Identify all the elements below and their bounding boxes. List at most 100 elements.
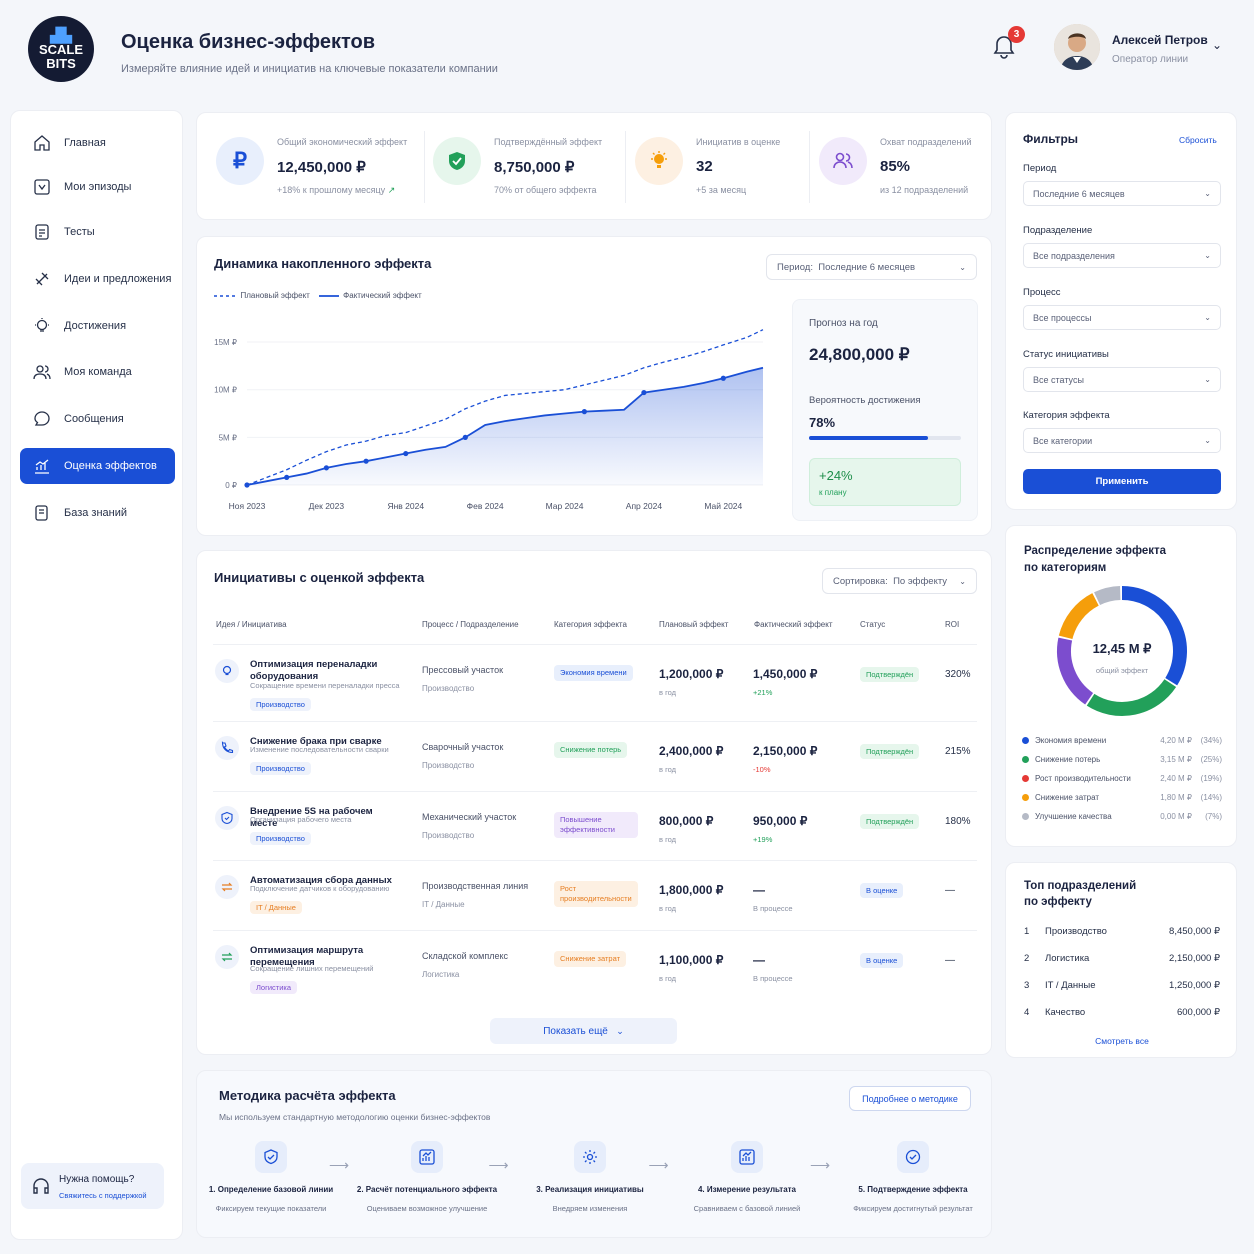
legend-item: Экономия времени 4,20 M ₽ (34%) xyxy=(1022,736,1222,745)
category-badge: Снижение потерь xyxy=(554,742,628,758)
sidebar-item-achievements[interactable]: Достижения xyxy=(20,308,175,344)
initiative-description: Подключение датчиков к оборудованию xyxy=(250,884,390,893)
status-badge: В оценке xyxy=(860,883,904,898)
department-name: Качество xyxy=(1045,1007,1086,1018)
col-header-idea[interactable]: Идея / Инициатива xyxy=(216,620,287,629)
method-step: 2. Расчёт потенциального эффекта Оценивае… xyxy=(347,1141,507,1213)
fact-sub: +19% xyxy=(753,835,773,844)
logo[interactable]: ▟▙ SCALE BITS xyxy=(28,16,94,82)
col-header-process[interactable]: Процесс / Подразделение xyxy=(422,620,519,629)
chart-icon xyxy=(411,1141,443,1173)
initiatives-table-card: Инициативы с оценкой эффекта Сортировка:… xyxy=(196,550,992,1055)
table-row[interactable]: Оптимизация переналадки оборудования Сокр… xyxy=(213,644,977,714)
plan-value: 1,100,000 ₽ xyxy=(659,953,724,967)
user-menu-chevron-icon[interactable]: ⌄ xyxy=(1212,38,1222,52)
apply-filters-button[interactable]: Применить xyxy=(1023,469,1221,494)
category-badge: Повышение эффективности xyxy=(554,812,638,838)
initiative-name[interactable]: Оптимизация переналадки оборудования xyxy=(250,659,400,683)
roi-value: 320% xyxy=(945,669,971,680)
initiative-description: Изменение последовательности сварки xyxy=(250,745,389,754)
initiative-tag: Производство xyxy=(250,762,311,775)
col-header-fact[interactable]: Фактический эффект xyxy=(754,620,832,629)
plan-sub: в год xyxy=(659,904,677,913)
legend-item: Снижение потерь 3,15 M ₽ (25%) xyxy=(1022,755,1222,764)
table-row[interactable]: Оптимизация маршрута перемещения Сокращен… xyxy=(213,930,977,1000)
legend-name: Рост производительности xyxy=(1035,774,1131,783)
col-header-category[interactable]: Категория эффекта xyxy=(554,620,627,629)
filter-select[interactable]: Последние 6 месяцев ⌄ xyxy=(1023,181,1221,206)
table-title: Инициативы с оценкой эффекта xyxy=(214,570,425,585)
col-header-status[interactable]: Статус xyxy=(860,620,885,629)
probability-value: 78% xyxy=(809,415,836,430)
chart-title: Динамика накопленного эффекта xyxy=(214,256,432,271)
bulb-icon xyxy=(635,137,683,185)
sort-select[interactable]: Сортировка: По эффекту ⌄ xyxy=(822,568,977,594)
filter-select[interactable]: Все статусы ⌄ xyxy=(1023,367,1221,392)
page-title: Оценка бизнес-эффектов xyxy=(121,31,376,53)
filters-reset-link[interactable]: Сбросить xyxy=(1179,135,1217,145)
method-step: 5. Подтверждение эффекта Фиксируем достиг… xyxy=(833,1141,993,1213)
step-title: 3. Реализация инициативы xyxy=(536,1185,644,1194)
chart-period-select[interactable]: Период: Последние 6 месяцев ⌄ xyxy=(766,254,977,280)
legend-name: Снижение потерь xyxy=(1035,755,1101,764)
sidebar-item-home[interactable]: Главная xyxy=(20,125,175,161)
top-department-row[interactable]: 1 Производство 8,450,000 ₽ xyxy=(1024,926,1220,937)
headset-icon xyxy=(33,1178,49,1194)
help-box[interactable]: Нужна помощь? Свяжитесь с поддержкой xyxy=(21,1163,164,1209)
department-name: Производство xyxy=(1045,926,1107,937)
filter-select[interactable]: Все процессы ⌄ xyxy=(1023,305,1221,330)
y-tick-label: 10M ₽ xyxy=(214,386,237,395)
legend-value: 3,15 M ₽ xyxy=(1160,755,1192,764)
shield-check-icon xyxy=(433,137,481,185)
help-link[interactable]: Свяжитесь с поддержкой xyxy=(59,1191,147,1200)
gear-icon xyxy=(574,1141,606,1173)
legend-percent: (25%) xyxy=(1200,755,1222,764)
sidebar-item-team[interactable]: Моя команда xyxy=(20,354,175,390)
filters-panel: Фильтры Сбросить Период Последние 6 месяц… xyxy=(1005,112,1237,510)
filter-select[interactable]: Все подразделения ⌄ xyxy=(1023,243,1221,268)
sidebar-item-knowledge[interactable]: База знаний xyxy=(20,495,175,531)
filter-select[interactable]: Все категории ⌄ xyxy=(1023,428,1221,453)
plan-sub: в год xyxy=(659,688,677,697)
col-header-roi[interactable]: ROI xyxy=(945,620,959,629)
top-department-row[interactable]: 2 Логистика 2,150,000 ₽ xyxy=(1024,953,1220,964)
plan-delta-value: +24% xyxy=(819,468,853,483)
sidebar-item-ideas[interactable]: Идеи и предложения xyxy=(20,261,175,297)
table-row[interactable]: Снижение брака при сварке Изменение после… xyxy=(213,721,977,791)
top-department-row[interactable]: 3 IT / Данные 1,250,000 ₽ xyxy=(1024,980,1220,991)
sidebar-item-tests[interactable]: Тесты xyxy=(20,214,175,250)
step-title: 4. Измерение результата xyxy=(697,1185,797,1194)
chart-icon xyxy=(20,457,64,475)
arrow-right-icon: ⟶ xyxy=(648,1157,669,1173)
col-header-plan[interactable]: Плановый эффект xyxy=(659,620,728,629)
table-row[interactable]: Внедрение 5S на рабочем месте Организация… xyxy=(213,791,977,861)
department-name: Производство xyxy=(422,761,475,770)
arrow-right-icon: ⟶ xyxy=(488,1157,509,1173)
see-all-link[interactable]: Смотреть все xyxy=(1006,1036,1238,1046)
y-tick-label: 0 ₽ xyxy=(225,481,237,490)
plan-sub: в год xyxy=(659,765,677,774)
notifications-button[interactable]: 3 xyxy=(985,26,1025,66)
step-title: 5. Подтверждение эффекта xyxy=(858,1185,968,1194)
top-department-row[interactable]: 4 Качество 600,000 ₽ xyxy=(1024,1007,1220,1018)
sidebar-item-effects[interactable]: Оценка эффектов xyxy=(20,448,175,484)
sidebar-item-episodes[interactable]: Мои эпизоды xyxy=(20,169,175,205)
department-value: 8,450,000 ₽ xyxy=(1169,926,1220,937)
sidebar-item-messages[interactable]: Сообщения xyxy=(20,401,175,437)
status-badge: В оценке xyxy=(860,953,904,968)
ruble-icon: ₽ xyxy=(216,137,264,185)
fact-point xyxy=(462,434,468,440)
chevron-down-icon: ⌄ xyxy=(959,576,966,586)
avatar[interactable] xyxy=(1054,24,1100,70)
method-subtitle: Мы используем стандартную методологию оц… xyxy=(219,1112,491,1122)
process-name: Сварочный участок xyxy=(422,742,504,752)
legend-percent: (19%) xyxy=(1200,774,1222,783)
method-details-button[interactable]: Подробнее о методике xyxy=(849,1086,971,1111)
x-tick-label: Май 2024 xyxy=(704,501,742,511)
show-more-button[interactable]: Показать ещё ⌄ xyxy=(490,1018,677,1044)
table-row[interactable]: Автоматизация сбора данных Подключение да… xyxy=(213,860,977,930)
check-circle-icon xyxy=(897,1141,929,1173)
rank: 4 xyxy=(1024,1007,1030,1018)
filters-title: Фильтры xyxy=(1023,132,1079,146)
knowledge-icon xyxy=(20,504,64,522)
